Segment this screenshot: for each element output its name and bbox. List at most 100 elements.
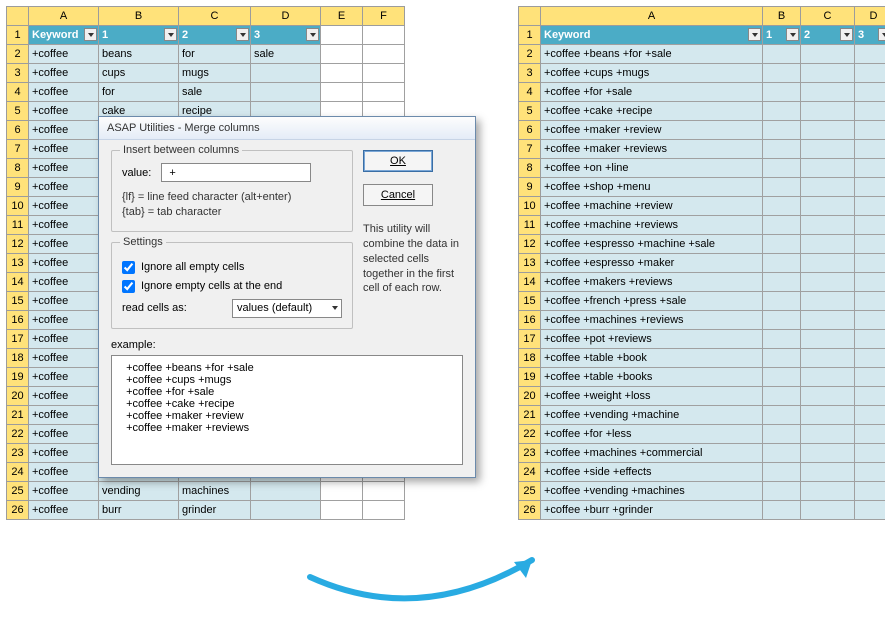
cell[interactable]: [801, 159, 855, 178]
cell[interactable]: [855, 273, 885, 292]
cell[interactable]: +coffee +weight +loss: [541, 387, 763, 406]
cell[interactable]: +coffee +vending +machines: [541, 482, 763, 501]
cell[interactable]: [855, 45, 885, 64]
cell[interactable]: [251, 64, 321, 83]
cell[interactable]: [855, 216, 885, 235]
cell[interactable]: [801, 368, 855, 387]
cell[interactable]: +coffee: [29, 83, 99, 102]
cell[interactable]: [855, 349, 885, 368]
cell[interactable]: [801, 140, 855, 159]
filter-header[interactable]: 2: [801, 26, 855, 45]
select-all-corner[interactable]: [7, 7, 29, 26]
cell[interactable]: [763, 501, 801, 520]
cell[interactable]: [763, 197, 801, 216]
cell[interactable]: [763, 159, 801, 178]
cell[interactable]: +coffee +french +press +sale: [541, 292, 763, 311]
row-header[interactable]: 13: [7, 254, 29, 273]
cell[interactable]: [763, 444, 801, 463]
cell[interactable]: [855, 368, 885, 387]
row-header[interactable]: 19: [519, 368, 541, 387]
cell[interactable]: +coffee: [29, 45, 99, 64]
cell[interactable]: +coffee: [29, 349, 99, 368]
cell[interactable]: [855, 406, 885, 425]
cell[interactable]: +coffee +espresso +machine +sale: [541, 235, 763, 254]
cell[interactable]: [763, 235, 801, 254]
cell[interactable]: +coffee +machines +reviews: [541, 311, 763, 330]
cell[interactable]: +coffee +machine +reviews: [541, 216, 763, 235]
cell[interactable]: [855, 159, 885, 178]
filter-header[interactable]: 2: [179, 26, 251, 45]
row-header[interactable]: 21: [7, 406, 29, 425]
cell[interactable]: [251, 501, 321, 520]
cell[interactable]: +coffee +cups +mugs: [541, 64, 763, 83]
cell[interactable]: burr: [99, 501, 179, 520]
cell[interactable]: [321, 501, 363, 520]
cell[interactable]: [855, 311, 885, 330]
column-header[interactable]: A: [29, 7, 99, 26]
cell[interactable]: +coffee +table +books: [541, 368, 763, 387]
cell[interactable]: [321, 83, 363, 102]
cell[interactable]: grinder: [179, 501, 251, 520]
cell[interactable]: [855, 463, 885, 482]
row-header[interactable]: 19: [7, 368, 29, 387]
cell[interactable]: +coffee: [29, 463, 99, 482]
ignore-all-empty-checkbox[interactable]: Ignore all empty cells: [122, 261, 342, 274]
cell[interactable]: [855, 197, 885, 216]
cell[interactable]: [801, 311, 855, 330]
cell[interactable]: [855, 140, 885, 159]
cell[interactable]: [763, 349, 801, 368]
cell[interactable]: +coffee: [29, 482, 99, 501]
cell[interactable]: +coffee +maker +review: [541, 121, 763, 140]
cell[interactable]: +coffee: [29, 197, 99, 216]
cell[interactable]: [801, 121, 855, 140]
row-header[interactable]: 3: [7, 64, 29, 83]
cell[interactable]: +coffee +pot +reviews: [541, 330, 763, 349]
row-header[interactable]: 6: [7, 121, 29, 140]
filter-dropdown-icon[interactable]: [236, 28, 249, 41]
cell[interactable]: [801, 83, 855, 102]
ok-button[interactable]: OK: [363, 150, 433, 172]
filter-header[interactable]: 1: [763, 26, 801, 45]
cell[interactable]: mugs: [179, 64, 251, 83]
row-header[interactable]: 3: [519, 64, 541, 83]
column-header[interactable]: D: [251, 7, 321, 26]
cell[interactable]: +coffee: [29, 254, 99, 273]
row-header[interactable]: 18: [519, 349, 541, 368]
checkbox-input[interactable]: [122, 280, 135, 293]
row-header[interactable]: 16: [7, 311, 29, 330]
cell[interactable]: [855, 330, 885, 349]
cell[interactable]: +coffee: [29, 235, 99, 254]
filter-dropdown-icon[interactable]: [878, 28, 885, 41]
cell[interactable]: [763, 311, 801, 330]
filter-dropdown-icon[interactable]: [786, 28, 799, 41]
cell[interactable]: [801, 235, 855, 254]
row-header[interactable]: 4: [519, 83, 541, 102]
row-header[interactable]: 6: [519, 121, 541, 140]
row-header[interactable]: 9: [519, 178, 541, 197]
cell[interactable]: +coffee: [29, 121, 99, 140]
cell[interactable]: [855, 387, 885, 406]
cell[interactable]: [321, 64, 363, 83]
cell[interactable]: [763, 482, 801, 501]
cell[interactable]: [363, 482, 405, 501]
cell[interactable]: +coffee +for +less: [541, 425, 763, 444]
cell[interactable]: [321, 26, 363, 45]
filter-header[interactable]: 3: [855, 26, 885, 45]
cell[interactable]: [763, 425, 801, 444]
cell[interactable]: [855, 292, 885, 311]
cell[interactable]: +coffee +on +line: [541, 159, 763, 178]
cell[interactable]: [763, 292, 801, 311]
cell[interactable]: [855, 254, 885, 273]
row-header[interactable]: 22: [7, 425, 29, 444]
row-header[interactable]: 21: [519, 406, 541, 425]
cell[interactable]: [763, 387, 801, 406]
cell[interactable]: machines: [179, 482, 251, 501]
row-header[interactable]: 23: [519, 444, 541, 463]
row-header[interactable]: 18: [7, 349, 29, 368]
row-header[interactable]: 7: [7, 140, 29, 159]
row-header[interactable]: 15: [7, 292, 29, 311]
cell[interactable]: [763, 45, 801, 64]
cell[interactable]: +coffee: [29, 425, 99, 444]
cell[interactable]: +coffee: [29, 159, 99, 178]
cell[interactable]: [763, 216, 801, 235]
